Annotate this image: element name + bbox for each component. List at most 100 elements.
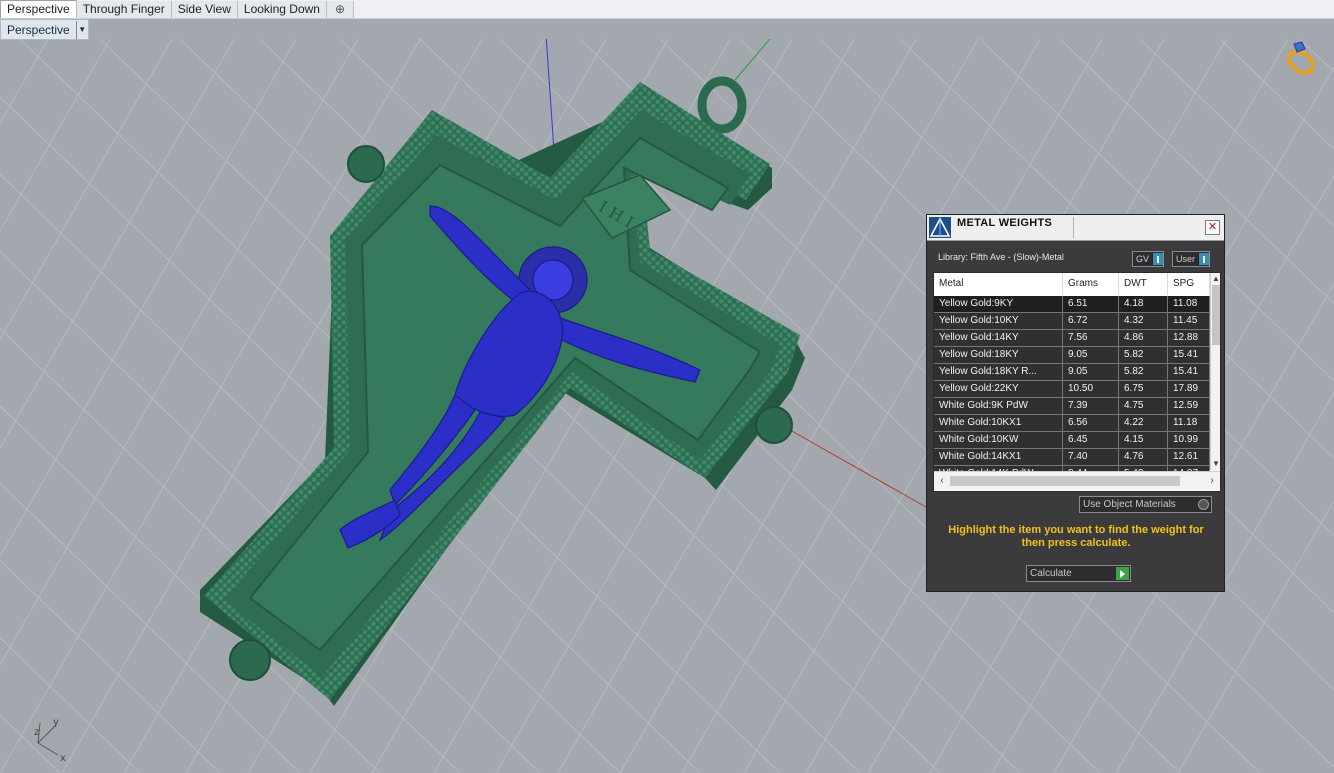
scroll-left-icon[interactable]: ‹ [936,474,948,488]
table-cell: Yellow Gold:10KY [934,313,1063,329]
ornament-right [755,406,793,444]
table-row[interactable]: Yellow Gold:18KY 9.05 5.82 15.41 [934,347,1210,364]
viewport-title: Perspective [7,22,70,37]
table-cell: 12.61 [1168,449,1210,465]
table-cell: 6.75 [1119,381,1168,397]
table-cell: 7.40 [1063,449,1119,465]
table-cell: 4.15 [1119,432,1168,448]
table-row[interactable]: Yellow Gold:10KY 6.72 4.32 11.45 [934,313,1210,330]
close-icon[interactable]: ✕ [1205,220,1220,235]
table-row[interactable]: Yellow Gold:22KY 10.50 6.75 17.89 [934,381,1210,398]
table-row[interactable]: White Gold:10KX1 6.56 4.22 11.18 [934,415,1210,432]
table-row[interactable]: Yellow Gold:18KY R... 9.05 5.82 15.41 [934,364,1210,381]
table-body[interactable]: Yellow Gold:9KY 6.51 4.18 11.08 Yellow Gold:… [934,296,1210,483]
table-cell: 6.56 [1063,415,1119,431]
table-row[interactable]: White Gold:9K PdW 7.39 4.75 12.59 [934,398,1210,415]
horizontal-scrollbar[interactable]: ‹ › [934,471,1220,490]
table-cell: 7.56 [1063,330,1119,346]
panel-header: METAL WEIGHTS ✕ [927,215,1224,241]
table-cell: 9.05 [1063,347,1119,363]
scroll-thumb-horizontal[interactable] [950,476,1180,486]
table-cell: 11.18 [1168,415,1210,431]
viewport-title-dropdown[interactable]: Perspective ▼ [0,19,89,40]
ornament-top-left [347,145,385,183]
axis-z-label: z [34,727,39,738]
toggle-knob-icon [1198,253,1210,265]
column-header-spg[interactable]: SPG [1168,273,1210,295]
scroll-down-icon[interactable]: ▼ [1211,459,1220,469]
table-cell: Yellow Gold:18KY [934,347,1063,363]
table-cell: 15.41 [1168,364,1210,380]
vertical-scrollbar[interactable]: ▲ ▼ [1210,273,1220,470]
gv-toggle[interactable]: GV [1132,251,1165,267]
table-cell: Yellow Gold:22KY [934,381,1063,397]
instruction-text: Highlight the item you want to find the … [948,524,1204,549]
table-cell: Yellow Gold:9KY [934,296,1063,312]
table-cell: 10.50 [1063,381,1119,397]
table-cell: 11.45 [1168,313,1210,329]
table-row[interactable]: Yellow Gold:14KY 7.56 4.86 12.88 [934,330,1210,347]
chevron-down-icon[interactable]: ▼ [75,20,88,39]
table-cell: 4.86 [1119,330,1168,346]
tab-through-finger[interactable]: Through Finger [76,1,172,18]
table-cell: 12.59 [1168,398,1210,414]
gv-toggle-label: GV [1136,254,1150,264]
table-row[interactable]: Yellow Gold:9KY 6.51 4.18 11.08 [934,296,1210,313]
table-cell: Yellow Gold:14KY [934,330,1063,346]
table-cell: 12.88 [1168,330,1210,346]
calculate-button[interactable]: Calculate [1026,565,1131,582]
user-toggle-label: User [1176,254,1196,264]
table-cell: 5.82 [1119,347,1168,363]
table-cell: White Gold:10KX1 [934,415,1063,431]
play-icon [1116,567,1129,580]
scroll-up-icon[interactable]: ▲ [1211,274,1220,284]
table-cell: 9.05 [1063,364,1119,380]
table-cell: 10.99 [1168,432,1210,448]
use-object-materials-option[interactable]: Use Object Materials [1079,496,1212,513]
table-cell: 6.51 [1063,296,1119,312]
table-cell: 17.89 [1168,381,1210,397]
use-object-materials-label: Use Object Materials [1083,499,1176,510]
tab-side-view[interactable]: Side View [171,1,238,18]
metal-weights-panel: METAL WEIGHTS ✕ Library: Fifth Ave - (Sl… [926,214,1225,592]
table-cell: 4.75 [1119,398,1168,414]
table-cell: 6.72 [1063,313,1119,329]
table-cell: 6.45 [1063,432,1119,448]
add-tab-icon[interactable]: ⊕ [326,1,354,18]
table-cell: 4.22 [1119,415,1168,431]
panel-title-divider [1073,217,1074,238]
metal-table[interactable]: Metal Grams DWT SPG Yellow Gold:9KY 6.51 4.18… [933,272,1221,492]
axis-x-label: x [60,753,66,764]
table-cell: 7.39 [1063,398,1119,414]
table-header: Metal Grams DWT SPG [934,273,1210,295]
world-axes-widget: z y x [34,717,66,764]
column-header-grams[interactable]: Grams [1063,273,1119,295]
table-cell: 4.32 [1119,313,1168,329]
column-header-dwt[interactable]: DWT [1119,273,1168,295]
scroll-thumb[interactable] [1212,285,1220,345]
radio-icon[interactable] [1198,499,1209,510]
table-cell: White Gold:14KX1 [934,449,1063,465]
axis-y-label: y [53,717,59,728]
user-toggle[interactable]: User [1172,251,1211,267]
ornament-bottom-left [229,639,271,681]
matrix-logo-icon [929,217,951,238]
library-label: Library: Fifth Ave - (Slow)-Metal [938,252,1064,262]
tab-perspective[interactable]: Perspective [0,0,77,18]
scroll-right-icon[interactable]: › [1206,474,1218,488]
table-cell: Yellow Gold:18KY R... [934,364,1063,380]
tab-looking-down[interactable]: Looking Down [237,1,327,18]
column-header-metal[interactable]: Metal [934,273,1063,295]
table-cell: 11.08 [1168,296,1210,312]
table-row[interactable]: White Gold:10KW 6.45 4.15 10.99 [934,432,1210,449]
table-cell: 5.82 [1119,364,1168,380]
viewport-tab-bar: Perspective Through Finger Side View Lookin… [0,0,1334,19]
table-cell: White Gold:10KW [934,432,1063,448]
table-row[interactable]: White Gold:14KX1 7.40 4.76 12.61 [934,449,1210,466]
table-cell: 4.18 [1119,296,1168,312]
table-cell: 15.41 [1168,347,1210,363]
calculate-label: Calculate [1030,568,1072,579]
table-cell: White Gold:9K PdW [934,398,1063,414]
ring-icon[interactable] [1281,40,1319,78]
table-cell: 4.76 [1119,449,1168,465]
